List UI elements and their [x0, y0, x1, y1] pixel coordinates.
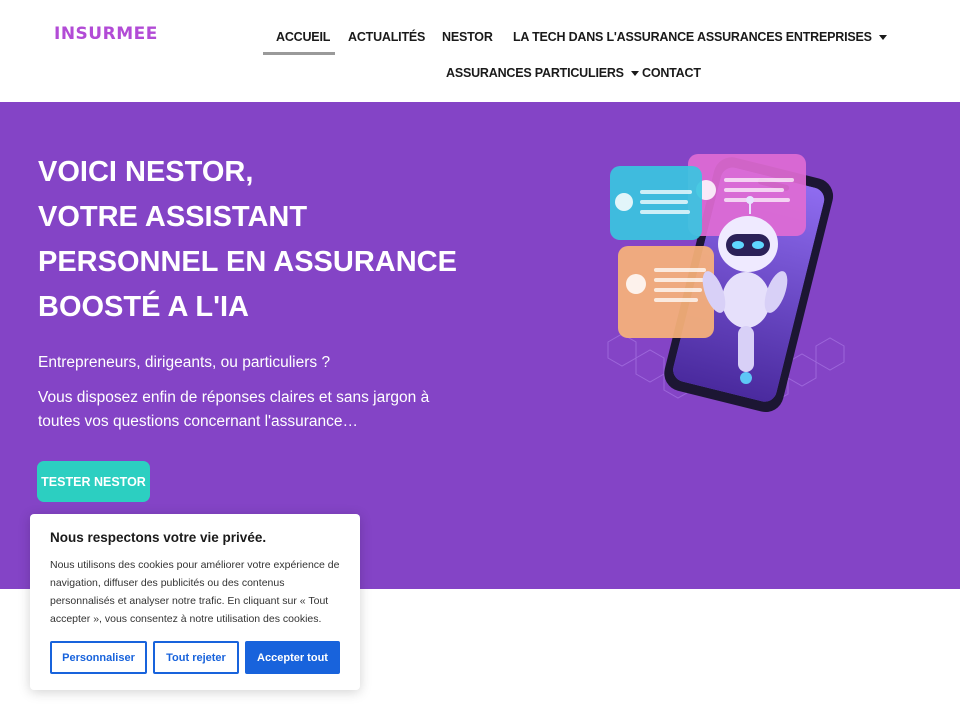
site-header: INSURMEE ACCUEIL ACTUALITÉS NESTOR LA TE…: [0, 0, 960, 102]
hero-subtitle: Entrepreneurs, dirigeants, ou particulie…: [38, 354, 331, 371]
cookie-title: Nous respectons votre vie privée.: [50, 530, 267, 545]
nav-item-actualites[interactable]: ACTUALITÉS: [348, 30, 425, 44]
nav-item-assurances-entreprises[interactable]: ASSURANCES ENTREPRISES: [697, 30, 887, 44]
nav-item-assurances-particuliers[interactable]: ASSURANCES PARTICULIERS: [446, 66, 639, 80]
hero-title-line: PERSONNEL EN ASSURANCE: [38, 246, 457, 278]
nav-item-label: ASSURANCES PARTICULIERS: [446, 66, 624, 80]
customize-button[interactable]: Personnaliser: [50, 641, 147, 674]
chevron-down-icon: [630, 71, 639, 77]
nav-item-contact[interactable]: CONTACT: [642, 66, 701, 80]
page: INSURMEE ACCUEIL ACTUALITÉS NESTOR LA TE…: [0, 0, 960, 720]
hero-title: VOICI NESTOR, VOTRE ASSISTANT PERSONNEL …: [38, 150, 468, 330]
site-logo[interactable]: INSURMEE: [54, 24, 158, 44]
hero-title-line: VOICI NESTOR,: [38, 156, 254, 188]
hero-title-line: VOTRE ASSISTANT: [38, 201, 308, 233]
nav-active-indicator: [263, 52, 335, 55]
accept-all-button[interactable]: Accepter tout: [245, 641, 340, 674]
chevron-down-icon: [878, 35, 887, 41]
test-nestor-button[interactable]: TESTER NESTOR: [37, 461, 150, 502]
reject-all-button[interactable]: Tout rejeter: [153, 641, 239, 674]
hero-description: Vous disposez enfin de réponses claires …: [38, 389, 430, 430]
cookie-text: Nous utilisons des cookies pour améliore…: [50, 559, 340, 625]
hero-title-line: BOOSTÉ A L'IA: [38, 291, 249, 323]
cookie-consent-banner: Nous respectons votre vie privée. Nous u…: [30, 514, 360, 690]
nav-item-label: ASSURANCES ENTREPRISES: [697, 30, 872, 44]
nav-item-nestor[interactable]: NESTOR: [442, 30, 493, 44]
nav-item-accueil[interactable]: ACCUEIL: [276, 30, 330, 44]
nav-item-tech-assurance[interactable]: LA TECH DANS L'ASSURANCE: [513, 30, 694, 44]
robot-phone-chat-illustration: [607, 154, 845, 413]
